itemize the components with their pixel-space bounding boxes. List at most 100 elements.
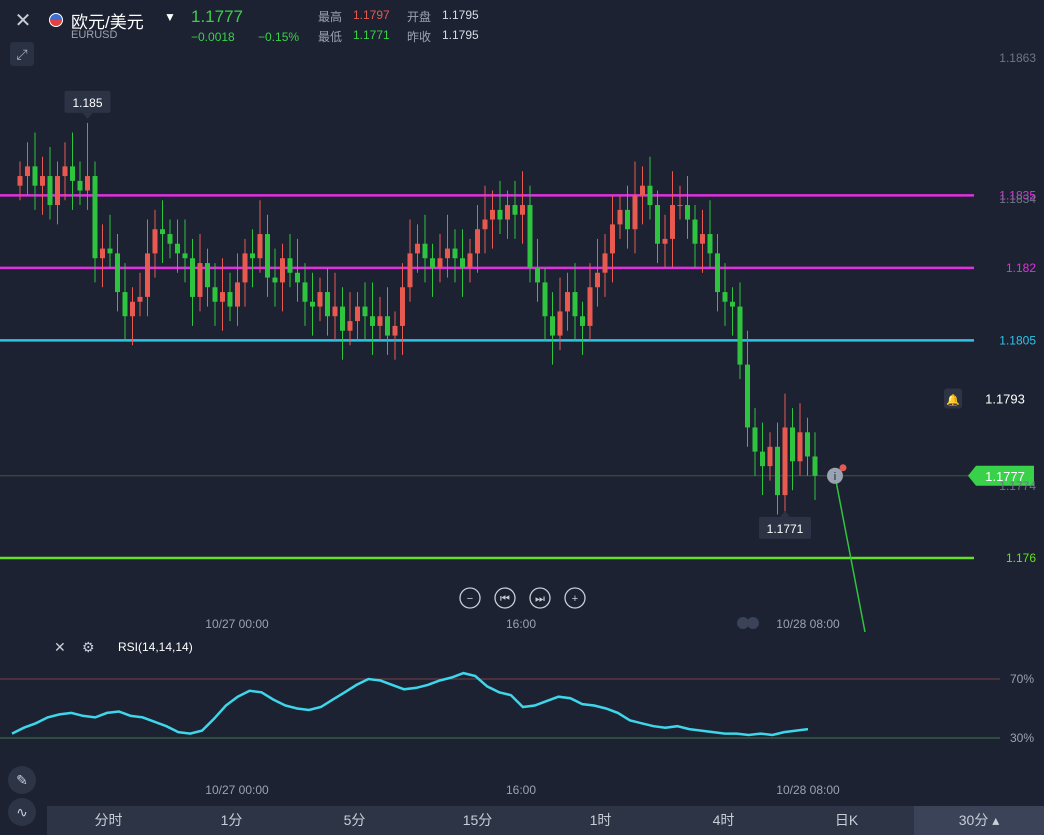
candle-body[interactable] (137, 296, 143, 302)
candle-body[interactable] (805, 432, 810, 457)
candle-body[interactable] (460, 258, 465, 268)
candle-body[interactable] (685, 205, 690, 220)
candle-body[interactable] (745, 364, 750, 428)
candle-body[interactable] (55, 176, 60, 206)
candle-body[interactable] (557, 311, 563, 336)
candle-body[interactable] (182, 253, 188, 259)
chevron-down-icon[interactable]: ▼ (164, 10, 176, 24)
candle-body[interactable] (377, 316, 383, 326)
rsi-close-icon[interactable]: ✕ (54, 639, 66, 655)
candle-body[interactable] (70, 166, 75, 181)
candle-body[interactable] (197, 263, 203, 297)
candle-body[interactable] (227, 292, 233, 307)
candle-body[interactable] (700, 234, 705, 244)
rsi-settings-icon[interactable]: ⚙ (82, 639, 95, 655)
candle-body[interactable] (550, 316, 555, 336)
candle-body[interactable] (115, 253, 120, 293)
candle-body[interactable] (205, 263, 210, 288)
candle-body[interactable] (572, 292, 578, 317)
candle-body[interactable] (565, 292, 570, 312)
candle-body[interactable] (415, 243, 420, 254)
candle-body[interactable] (767, 446, 773, 467)
candle-body[interactable] (347, 321, 353, 331)
candle-body[interactable] (152, 229, 158, 254)
candle-body[interactable] (107, 248, 113, 254)
candle-body[interactable] (77, 180, 83, 191)
candle-body[interactable] (722, 292, 728, 302)
candle-body[interactable] (280, 258, 285, 283)
candle-body[interactable] (190, 258, 195, 297)
candle-body[interactable] (640, 185, 645, 196)
candle-body[interactable] (47, 176, 53, 206)
candle-body[interactable] (790, 427, 795, 462)
candle-body[interactable] (167, 234, 173, 244)
candle-body[interactable] (325, 292, 330, 317)
candle-body[interactable] (775, 446, 780, 496)
candle-body[interactable] (580, 316, 585, 326)
candle-body[interactable] (62, 166, 68, 177)
candle-body[interactable] (422, 243, 428, 259)
candle-body[interactable] (475, 229, 480, 254)
candle-body[interactable] (145, 253, 150, 297)
candle-body[interactable] (670, 205, 675, 239)
toggle-icon[interactable] (747, 617, 759, 629)
draw-pencil-icon[interactable]: ✎ (8, 766, 36, 794)
candle-body[interactable] (595, 272, 600, 288)
candle-body[interactable] (362, 306, 368, 317)
candle-body[interactable] (445, 248, 450, 259)
candle-body[interactable] (25, 166, 30, 177)
candle-body[interactable] (625, 209, 630, 230)
candle-body[interactable] (677, 205, 683, 207)
candle-body[interactable] (542, 282, 548, 317)
candle-body[interactable] (482, 219, 488, 230)
timeframe-tab[interactable]: 5分 (293, 806, 416, 835)
timeframe-tab[interactable]: 15分 (416, 806, 539, 835)
candle-body[interactable] (467, 253, 473, 268)
candle-body[interactable] (392, 325, 398, 336)
candle-body[interactable] (452, 248, 458, 259)
timeframe-tab[interactable]: 1分 (170, 806, 293, 835)
timeframe-tab[interactable]: 1时 (539, 806, 662, 835)
close-icon[interactable]: ✕ (12, 10, 34, 32)
candle-body[interactable] (122, 292, 128, 317)
candle-body[interactable] (250, 253, 255, 259)
timeframe-tab-active[interactable]: 30分 ▴ (914, 806, 1044, 835)
candle-body[interactable] (130, 301, 135, 317)
candle-body[interactable] (340, 306, 345, 331)
candle-body[interactable] (355, 306, 360, 322)
candle-body[interactable] (295, 272, 300, 283)
candle-body[interactable] (385, 316, 390, 336)
candle-body[interactable] (242, 253, 248, 283)
candle-body[interactable] (535, 267, 540, 283)
candle-body[interactable] (332, 306, 338, 317)
candle-body[interactable] (160, 229, 165, 235)
candle-body[interactable] (752, 427, 758, 452)
candle-body[interactable] (662, 238, 668, 244)
candle-body[interactable] (692, 219, 698, 244)
candle-body[interactable] (17, 176, 23, 186)
candle-body[interactable] (100, 248, 105, 259)
candle-body[interactable] (430, 258, 435, 268)
candle-body[interactable] (287, 258, 293, 273)
candle-body[interactable] (655, 205, 660, 244)
candle-body[interactable] (812, 456, 818, 476)
candle-body[interactable] (497, 209, 503, 220)
candle-body[interactable] (212, 287, 218, 302)
candle-body[interactable] (407, 253, 413, 288)
candle-body[interactable] (715, 253, 720, 293)
candle-body[interactable] (400, 287, 405, 326)
candle-body[interactable] (92, 176, 98, 259)
candle-body[interactable] (617, 209, 623, 225)
candle-body[interactable] (520, 205, 525, 215)
timeframe-tab[interactable]: 分时 (47, 806, 170, 835)
timeframe-tab[interactable]: 日K (785, 806, 908, 835)
candle-body[interactable] (587, 287, 593, 326)
candle-body[interactable] (302, 282, 308, 302)
candle-body[interactable] (797, 432, 803, 462)
main-chart[interactable]: 1.18351.1821.18051.176🔔 1.17931.1777 1.18… (0, 0, 1044, 835)
candle-body[interactable] (175, 243, 180, 254)
candle-body[interactable] (602, 253, 608, 273)
candle-body[interactable] (610, 224, 615, 254)
candle-body[interactable] (437, 258, 443, 268)
candle-body[interactable] (730, 301, 735, 307)
